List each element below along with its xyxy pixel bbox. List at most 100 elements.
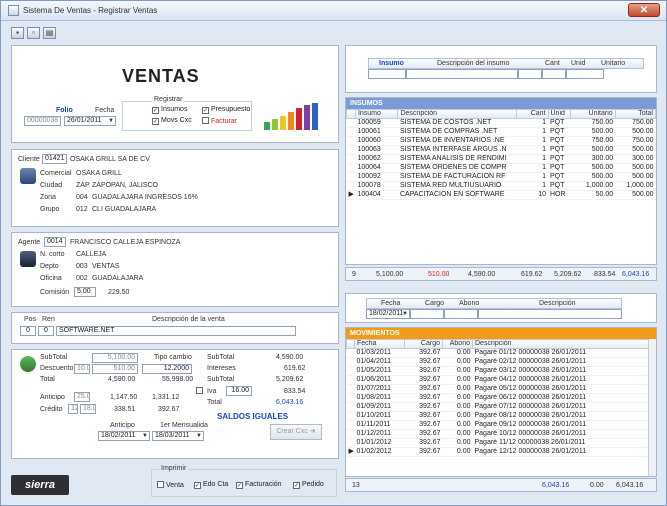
- table-row[interactable]: ▶ 100404 CAPACITACION EN SOFTWARE 10 HOR 50.0…: [346, 190, 656, 200]
- insumo-input[interactable]: [368, 69, 406, 79]
- table-row[interactable]: 01/10/2011 392.67 0.00 Pagaré 08/12 0000003…: [346, 411, 649, 421]
- anticipo-fecha-field[interactable]: 18/02/2011: [98, 431, 150, 441]
- table-cell: PQT: [548, 127, 571, 137]
- cliente-id-field[interactable]: 01421: [42, 154, 67, 164]
- mov-abono-input[interactable]: [444, 309, 478, 319]
- insumos-checkbox[interactable]: ✓ Insumos: [152, 106, 187, 114]
- table-cell: 392.67: [404, 420, 443, 430]
- table-cell: 0.00: [442, 357, 473, 367]
- table-row[interactable]: 01/09/2011 392.67 0.00 Pagaré 07/12 0000003…: [346, 402, 649, 412]
- table-cell: SISTEMA DE COMPRAS .NET: [397, 127, 517, 137]
- table-cell: 100063: [355, 145, 398, 155]
- mov-entry-panel: Fecha Cargo Abono Descripción 18/02/2011: [345, 293, 657, 323]
- r-subtotal-value: 4,590.00: [276, 354, 304, 361]
- table-cell: 500.00: [615, 163, 656, 173]
- table-cell: PQT: [548, 118, 571, 128]
- facturacion-checkbox[interactable]: ✓ Facturación: [236, 481, 282, 489]
- table-cell: 100092: [355, 172, 398, 182]
- venta-checkbox[interactable]: Venta: [157, 481, 184, 489]
- folio-field[interactable]: 00000038: [24, 116, 61, 126]
- crear-cxc-button[interactable]: Crear Cxc ➜: [270, 424, 322, 440]
- table-row[interactable]: 01/11/2011 392.67 0.00 Pagaré 09/12 0000003…: [346, 420, 649, 430]
- table-cell: 1: [516, 118, 548, 128]
- table-row[interactable]: 100061 SISTEMA DE COMPRAS .NET 1 PQT 500.00 5…: [346, 127, 656, 137]
- tipo-cambio-field[interactable]: 12.2000: [142, 364, 192, 374]
- movs-scrollbar[interactable]: [648, 339, 656, 476]
- table-cell: HOR: [548, 190, 571, 200]
- table-row[interactable]: 100092 SISTEMA DE FACTURACION RF 1 PQT 500.0…: [346, 172, 656, 182]
- iva-pct-field[interactable]: 16.00: [226, 386, 252, 396]
- print-icon[interactable]: ▤: [43, 27, 56, 39]
- row-marker: [346, 163, 356, 173]
- credito-n-field[interactable]: 12: [68, 404, 78, 414]
- table-cell: 1,000.00: [570, 181, 616, 191]
- ren-field[interactable]: 0: [38, 326, 54, 336]
- table-cell: Pagaré 01/12 00000038 26/01/2011: [472, 348, 649, 358]
- movs-cxc-checkbox[interactable]: ✓ Movs Cxc: [152, 117, 192, 125]
- row-marker: [346, 348, 355, 358]
- table-cell: 1: [516, 181, 548, 191]
- table-cell: 392.67: [404, 402, 443, 412]
- row-marker: [346, 172, 356, 182]
- insumos-grand: 6,043.16: [622, 271, 650, 278]
- close-button[interactable]: ✕: [628, 3, 660, 17]
- table-row[interactable]: 01/12/2011 392.67 0.00 Pagaré 10/12 0000003…: [346, 429, 649, 439]
- table-row[interactable]: 01/03/2011 392.67 0.00 Pagaré 01/12 0000003…: [346, 348, 649, 358]
- mov-entry-header: Fecha Cargo Abono Descripción: [366, 298, 622, 309]
- table-cell: Pagaré 06/12 00000038 26/01/2011: [472, 393, 649, 403]
- table-cell: 1: [516, 136, 548, 146]
- descuento-label: Descuento: [40, 365, 74, 372]
- fecha-field[interactable]: 26/01/2011: [64, 116, 116, 126]
- facturar-checkbox[interactable]: Facturar: [202, 117, 237, 125]
- insumo-unitario-input[interactable]: [566, 69, 604, 79]
- mov-desc-input[interactable]: [478, 309, 622, 319]
- mensualidad-field[interactable]: 18/03/2011: [152, 431, 204, 441]
- table-row[interactable]: 100059 SISTEMA DE COSTOS .NET 1 PQT 750.00 75…: [346, 118, 656, 128]
- comision-pct-field[interactable]: 5.00: [74, 287, 96, 297]
- total-label: Total: [40, 376, 55, 383]
- insumo-unid-input[interactable]: [542, 69, 566, 79]
- table-row[interactable]: 100064 SISTEMA ORDENES DE COMPR 1 PQT 500.00…: [346, 163, 656, 173]
- table-cell: 392.67: [404, 357, 443, 367]
- save-icon[interactable]: ▪: [11, 27, 24, 39]
- table-row[interactable]: 01/06/2011 392.67 0.00 Pagaré 04/12 0000003…: [346, 375, 649, 385]
- intereses-value: 619.62: [284, 365, 306, 372]
- table-cell: 100061: [355, 127, 398, 137]
- edo-cta-checkbox[interactable]: ✓ Edo Cta: [194, 481, 228, 489]
- table-row[interactable]: 01/07/2011 392.67 0.00 Pagaré 05/12 0000003…: [346, 384, 649, 394]
- table-row[interactable]: 01/04/2011 392.67 0.00 Pagaré 02/12 0000003…: [346, 357, 649, 367]
- table-row[interactable]: 01/08/2011 392.67 0.00 Pagaré 06/12 0000003…: [346, 393, 649, 403]
- table-row[interactable]: 01/05/2011 392.67 0.00 Pagaré 03/12 0000003…: [346, 366, 649, 376]
- pedido-checkbox[interactable]: ✓ Pedido: [293, 481, 324, 489]
- table-row[interactable]: 100062 SISTEMA ANALISIS DE RENDIMI 1 PQT 300…: [346, 154, 656, 164]
- table-cell: 1: [516, 163, 548, 173]
- agente-id-field[interactable]: 0014: [44, 237, 66, 247]
- table-cell: 392.67: [404, 438, 443, 448]
- table-cell: 1: [516, 145, 548, 155]
- row-marker: [346, 118, 356, 128]
- table-cell: Pagaré 10/12 00000038 26/01/2011: [472, 429, 649, 439]
- table-cell: 392.67: [404, 366, 443, 376]
- credito-pct-field[interactable]: 18.00: [80, 404, 96, 414]
- insumo-desc-input[interactable]: [406, 69, 518, 79]
- insumo-cant-input[interactable]: [518, 69, 542, 79]
- anticipo-pct-field[interactable]: 25.00: [74, 392, 90, 402]
- desc-venta-field[interactable]: SOFTWARE.NET: [56, 326, 296, 336]
- table-row[interactable]: 100063 SISTEMA INTERFASE ARGUS .N 1 PQT 500.…: [346, 145, 656, 155]
- presupuesto-checkbox[interactable]: ✓ Presupuesto: [202, 106, 250, 114]
- descuento-pct-field[interactable]: 10.00: [74, 364, 90, 374]
- ciudad-code: ZAP: [76, 182, 90, 189]
- table-row[interactable]: 01/01/2012 392.67 0.00 Pagaré 11/12 0000003…: [346, 438, 649, 448]
- iva-checkbox[interactable]: [196, 387, 205, 395]
- table-row[interactable]: ▶ 01/02/2012 392.67 0.00 Pagaré 12/12 000000…: [346, 447, 649, 457]
- mov-fecha-field[interactable]: 18/02/2011: [366, 309, 410, 319]
- table-cell: 0.00: [442, 366, 473, 376]
- table-row[interactable]: 100060 SISTEMA DE INVENTARIOS .NE 1 PQT 750.…: [346, 136, 656, 146]
- insumos-count: 9: [352, 271, 356, 278]
- pos-field[interactable]: 0: [20, 326, 36, 336]
- table-row[interactable]: 100078 SISTEMA RED MULTIUSUARIO 1 PQT 1,000.…: [346, 181, 656, 191]
- new-icon[interactable]: ▫: [27, 27, 40, 39]
- table-cell: 100062: [355, 154, 398, 164]
- row-marker: [346, 375, 355, 385]
- mov-cargo-input[interactable]: [410, 309, 444, 319]
